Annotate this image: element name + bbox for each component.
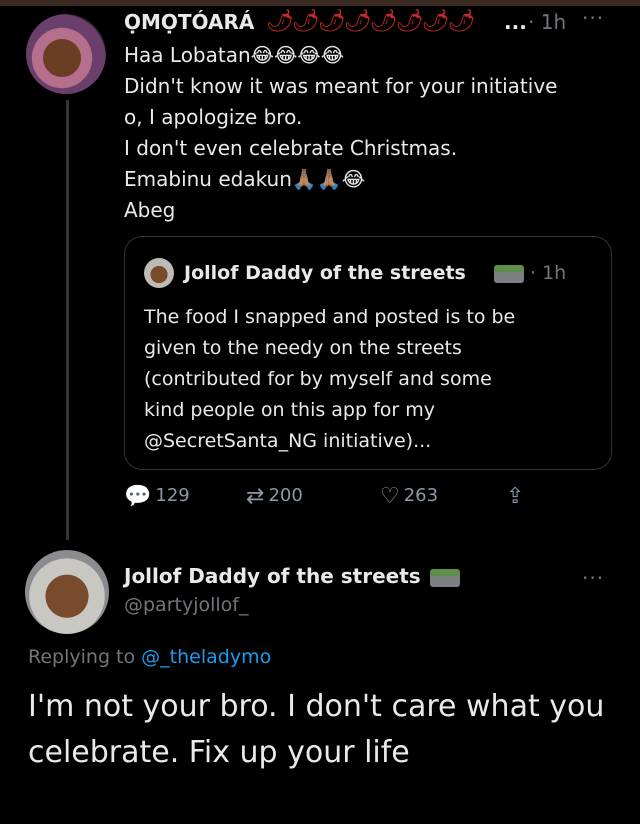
more-options-icon[interactable]: ···: [582, 566, 604, 590]
share-icon: ⇪: [506, 484, 525, 509]
tweet-line: I'm not your bro. I don't care what you: [28, 689, 605, 724]
more-options-icon[interactable]: ···: [582, 6, 604, 30]
tweet-line: Emabinu edakun🙏🏽🙏🏽😂: [124, 167, 366, 191]
like-count: 263: [403, 485, 439, 506]
tweet-line: Didn't know it was meant for your initia…: [124, 74, 558, 98]
reply-icon: 💬: [124, 484, 152, 509]
quote-author-name: Jollof Daddy of the streets: [184, 262, 466, 284]
replying-prefix: Replying to: [28, 646, 136, 668]
quote-line: @SecretSanta_NG initiative)...: [144, 430, 432, 452]
quote-line: The food I snapped and posted is to be: [144, 306, 516, 328]
tweet-line: I don't even celebrate Christmas.: [124, 136, 458, 160]
thread-connector: [66, 100, 69, 540]
tweet-text: I'm not your bro. I don't care what you …: [28, 684, 628, 776]
quote-timestamp: · 1h: [530, 262, 567, 284]
mention-link[interactable]: @_theladymo: [141, 646, 271, 668]
quote-line: given to the needy on the streets: [144, 337, 462, 359]
retweet-button[interactable]: ⇄ 200: [246, 484, 303, 509]
retweet-count: 200: [268, 485, 303, 506]
reply-button[interactable]: 💬 129: [124, 484, 190, 509]
avatar[interactable]: [26, 14, 106, 94]
retweet-icon: ⇄: [246, 484, 265, 509]
name-emojis: 🌶🌶🌶🌶🌶🌶🌶🌶: [266, 9, 475, 34]
name-truncation: ...: [504, 10, 527, 34]
author-name[interactable]: ỌMỌTÓARÁ: [124, 10, 254, 34]
tweet-line: Haa Lobatan😂😂😂😂: [124, 43, 345, 67]
reply-count: 129: [155, 485, 190, 506]
author-handle[interactable]: @partyjollof_: [124, 594, 248, 616]
tweet-line: o, I apologize bro.: [124, 105, 303, 129]
tweet-line: celebrate. Fix up your life: [28, 735, 410, 770]
quote-line: kind people on this app for my: [144, 399, 436, 421]
quote-text: The food I snapped and posted is to be g…: [144, 302, 604, 457]
motorway-emoji-icon: [430, 569, 460, 587]
timestamp[interactable]: · 1h: [528, 10, 566, 34]
author-name[interactable]: Jollof Daddy of the streets: [124, 564, 421, 588]
share-button[interactable]: ⇪: [506, 484, 528, 509]
avatar[interactable]: [25, 550, 109, 634]
tweet-text: Haa Lobatan😂😂😂😂 Didn't know it was meant…: [124, 40, 624, 226]
top-edge: [0, 0, 640, 6]
tweet-line: Abeg: [124, 198, 176, 222]
motorway-emoji-icon: [494, 265, 524, 283]
replying-to: Replying to @_theladymo: [28, 646, 271, 668]
like-button[interactable]: ♡ 263: [380, 484, 438, 509]
heart-icon: ♡: [380, 484, 400, 509]
quote-avatar: [144, 258, 174, 288]
quote-line: (contributed for by myself and some: [144, 368, 492, 390]
